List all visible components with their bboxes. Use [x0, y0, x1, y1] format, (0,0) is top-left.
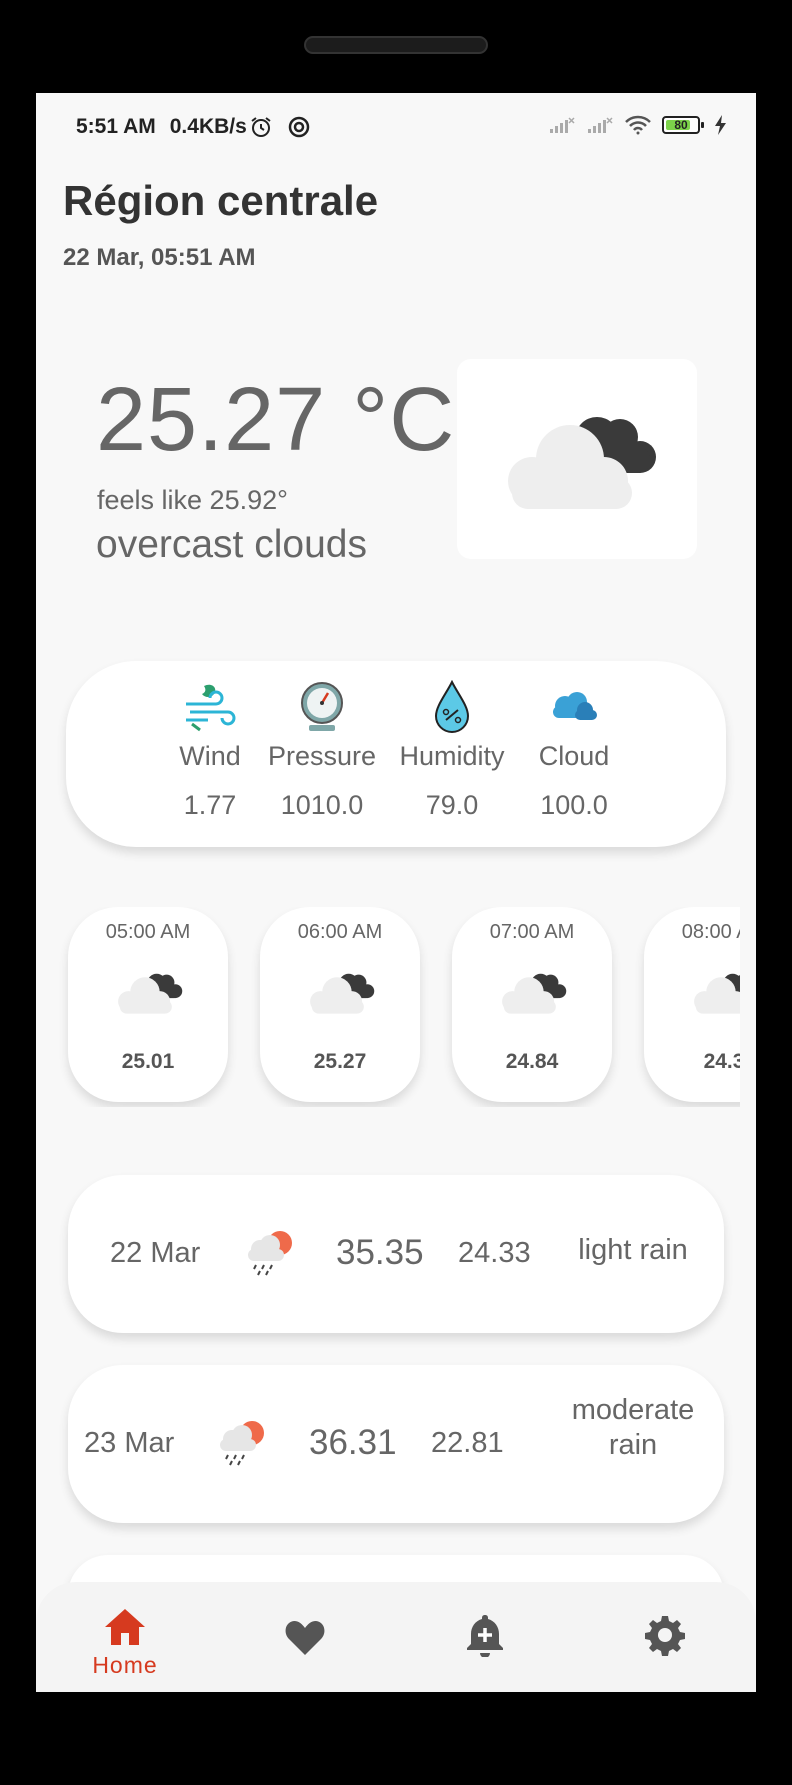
nav-favorites[interactable] [245, 1582, 365, 1692]
city-name: Région centrale [63, 177, 379, 224]
status-left: 5:51 AM 0.4KB/s [76, 115, 311, 139]
daily-card[interactable]: 22 Mar 35.35 24.33 light rain [68, 1175, 724, 1333]
wind-icon [186, 684, 236, 732]
pressure-gauge-icon [301, 682, 343, 731]
heart-icon [285, 1621, 325, 1655]
hour-temp: 24.84 [505, 1050, 559, 1073]
day-condition-line1: moderate [571, 1394, 695, 1426]
metric-value: 100.0 [540, 790, 608, 820]
day-date: 23 Mar [84, 1427, 175, 1459]
day-min-temp: 22.81 [431, 1427, 504, 1459]
metric-humidity: Humidity 79.0 [387, 661, 517, 821]
alarm-icon [251, 117, 271, 137]
hour-temp: 25.01 [121, 1050, 175, 1073]
battery-level: 80 [674, 118, 688, 132]
settings-icon [645, 1616, 685, 1656]
nav-alerts[interactable] [425, 1582, 545, 1692]
overcast-clouds-icon [310, 973, 375, 1014]
home-icon [105, 1609, 145, 1645]
charging-icon [715, 115, 726, 135]
wifi-icon [625, 115, 651, 135]
metric-label: Pressure [267, 741, 377, 771]
day-min-temp: 24.33 [458, 1237, 531, 1269]
rain-sun-icon [248, 1231, 292, 1276]
speaker-grille [304, 36, 488, 54]
alarm-add-icon [467, 1615, 503, 1657]
hourly-card[interactable]: 07:00 AM 24.84 [452, 907, 612, 1102]
metric-label: Humidity [399, 741, 505, 771]
day-condition-line2: rain [608, 1429, 658, 1461]
overcast-clouds-icon [508, 417, 656, 509]
app-screen: 5:51 AM 0.4KB/s 80 Région centrale 22 Ma… [36, 93, 756, 1692]
hour-time: 06:00 AM [297, 921, 383, 943]
day-date: 22 Mar [110, 1237, 201, 1269]
weather-description: overcast clouds [96, 523, 367, 566]
day-max-temp: 35.35 [336, 1233, 424, 1272]
signal-icon [550, 117, 575, 133]
cloud-icon [553, 692, 597, 720]
current-weather-icon-card [457, 359, 697, 559]
hourly-card[interactable]: 05:00 AM 25.01 [68, 907, 228, 1102]
battery-indicator: 80 [662, 116, 704, 134]
hour-time: 08:00 AM [681, 921, 740, 943]
current-datetime: 22 Mar, 05:51 AM [63, 244, 256, 271]
hour-time: 05:00 AM [105, 921, 191, 943]
day-condition: moderate rain [553, 1393, 713, 1463]
daily-card[interactable]: 23 Mar 36.31 22.81 moderate rain [68, 1365, 724, 1523]
overcast-clouds-icon [694, 973, 740, 1014]
nav-home[interactable]: Home [65, 1582, 185, 1692]
network-speed: 0.4KB/s [169, 115, 247, 138]
bottom-navigation: Home [36, 1582, 756, 1692]
metric-pressure: Pressure 1010.0 [257, 661, 387, 821]
rain-sun-icon [220, 1421, 264, 1466]
metric-value: 1.77 [183, 790, 237, 820]
phone-frame: 5:51 AM 0.4KB/s 80 Région centrale 22 Ma… [0, 0, 792, 1785]
hourly-card[interactable]: 06:00 AM 25.27 [260, 907, 420, 1102]
status-bar: 5:51 AM 0.4KB/s 80 [36, 93, 756, 163]
overcast-clouds-icon [502, 973, 567, 1014]
status-right: 80 [548, 115, 728, 135]
metric-cloud: Cloud 100.0 [509, 661, 639, 821]
day-condition: light rain [578, 1234, 688, 1266]
hourly-forecast[interactable]: 05:00 AM 25.01 06:00 AM 25.27 07:00 AM 2… [36, 907, 740, 1107]
humidity-drop-icon [434, 680, 470, 733]
day-max-temp: 36.31 [309, 1423, 397, 1462]
overcast-clouds-icon [118, 973, 183, 1014]
hour-temp: 24.3 [703, 1050, 740, 1073]
metric-label: Cloud [538, 741, 610, 771]
nav-settings[interactable] [605, 1582, 725, 1692]
metric-label: Wind [179, 741, 241, 771]
signal-icon-2 [588, 117, 613, 133]
feels-like: feels like 25.92° [97, 485, 288, 515]
hour-time: 07:00 AM [489, 921, 575, 943]
data-saver-icon [288, 116, 310, 138]
nav-home-label: Home [92, 1652, 158, 1678]
metric-wind: Wind 1.77 [145, 661, 275, 821]
status-time: 5:51 AM [76, 115, 156, 138]
metrics-card: Wind 1.77 Pressure 1010.0 Humidity 79.0 … [66, 661, 726, 847]
hourly-card[interactable]: 08:00 AM 24.3 [644, 907, 740, 1102]
hour-temp: 25.27 [313, 1050, 367, 1073]
metric-value: 79.0 [425, 790, 479, 820]
metric-value: 1010.0 [280, 790, 364, 820]
current-temperature: 25.27 °C [96, 370, 456, 470]
